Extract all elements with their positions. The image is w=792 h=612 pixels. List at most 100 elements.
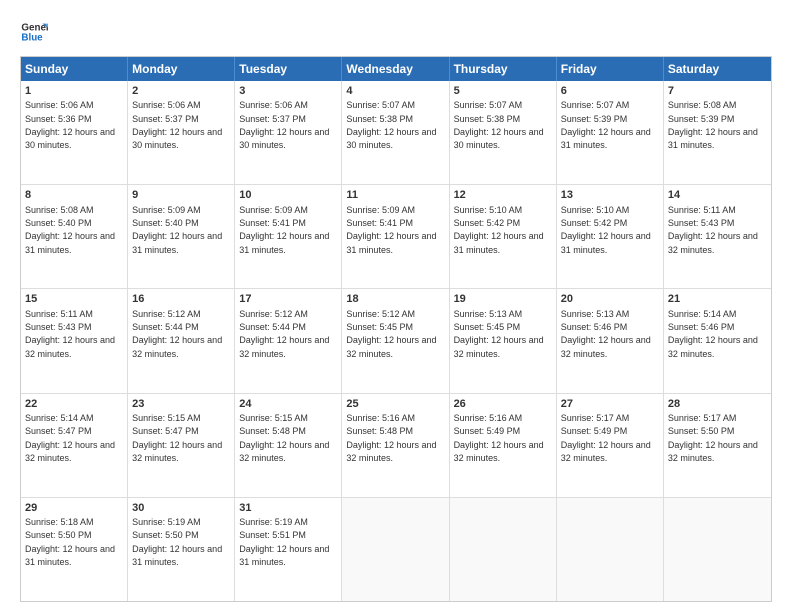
day-number: 17 [239,292,337,306]
calendar-header-saturday: Saturday [664,57,771,81]
day-number: 20 [561,292,659,306]
day-info: Sunrise: 5:16 AMSunset: 5:48 PMDaylight:… [346,413,436,463]
calendar-cell: 25 Sunrise: 5:16 AMSunset: 5:48 PMDaylig… [342,394,449,497]
calendar-cell: 11 Sunrise: 5:09 AMSunset: 5:41 PMDaylig… [342,185,449,288]
calendar-week-1: 1 Sunrise: 5:06 AMSunset: 5:36 PMDayligh… [21,81,771,185]
day-info: Sunrise: 5:09 AMSunset: 5:41 PMDaylight:… [239,205,329,255]
day-number: 12 [454,188,552,202]
day-number: 8 [25,188,123,202]
day-info: Sunrise: 5:11 AMSunset: 5:43 PMDaylight:… [25,309,115,359]
day-info: Sunrise: 5:16 AMSunset: 5:49 PMDaylight:… [454,413,544,463]
calendar-cell [664,498,771,601]
calendar-cell [450,498,557,601]
calendar-header-sunday: Sunday [21,57,128,81]
calendar-cell: 17 Sunrise: 5:12 AMSunset: 5:44 PMDaylig… [235,289,342,392]
day-info: Sunrise: 5:07 AMSunset: 5:38 PMDaylight:… [454,100,544,150]
calendar-cell: 13 Sunrise: 5:10 AMSunset: 5:42 PMDaylig… [557,185,664,288]
day-number: 14 [668,188,767,202]
day-number: 15 [25,292,123,306]
calendar-header-monday: Monday [128,57,235,81]
day-number: 1 [25,84,123,98]
day-number: 21 [668,292,767,306]
day-info: Sunrise: 5:06 AMSunset: 5:37 PMDaylight:… [239,100,329,150]
day-info: Sunrise: 5:09 AMSunset: 5:41 PMDaylight:… [346,205,436,255]
calendar-cell [342,498,449,601]
day-number: 28 [668,397,767,411]
day-info: Sunrise: 5:19 AMSunset: 5:51 PMDaylight:… [239,517,329,567]
calendar-cell: 29 Sunrise: 5:18 AMSunset: 5:50 PMDaylig… [21,498,128,601]
calendar-cell: 5 Sunrise: 5:07 AMSunset: 5:38 PMDayligh… [450,81,557,184]
day-info: Sunrise: 5:11 AMSunset: 5:43 PMDaylight:… [668,205,758,255]
calendar-cell: 21 Sunrise: 5:14 AMSunset: 5:46 PMDaylig… [664,289,771,392]
day-number: 24 [239,397,337,411]
day-info: Sunrise: 5:13 AMSunset: 5:45 PMDaylight:… [454,309,544,359]
day-info: Sunrise: 5:07 AMSunset: 5:38 PMDaylight:… [346,100,436,150]
header: General Blue [20,18,772,46]
day-info: Sunrise: 5:09 AMSunset: 5:40 PMDaylight:… [132,205,222,255]
day-number: 6 [561,84,659,98]
calendar-cell: 10 Sunrise: 5:09 AMSunset: 5:41 PMDaylig… [235,185,342,288]
calendar-cell: 19 Sunrise: 5:13 AMSunset: 5:45 PMDaylig… [450,289,557,392]
day-info: Sunrise: 5:19 AMSunset: 5:50 PMDaylight:… [132,517,222,567]
calendar-cell: 31 Sunrise: 5:19 AMSunset: 5:51 PMDaylig… [235,498,342,601]
calendar-cell: 15 Sunrise: 5:11 AMSunset: 5:43 PMDaylig… [21,289,128,392]
calendar-cell: 22 Sunrise: 5:14 AMSunset: 5:47 PMDaylig… [21,394,128,497]
calendar-cell: 14 Sunrise: 5:11 AMSunset: 5:43 PMDaylig… [664,185,771,288]
day-number: 22 [25,397,123,411]
calendar-cell: 28 Sunrise: 5:17 AMSunset: 5:50 PMDaylig… [664,394,771,497]
calendar-cell: 20 Sunrise: 5:13 AMSunset: 5:46 PMDaylig… [557,289,664,392]
calendar-week-2: 8 Sunrise: 5:08 AMSunset: 5:40 PMDayligh… [21,185,771,289]
day-number: 3 [239,84,337,98]
day-info: Sunrise: 5:06 AMSunset: 5:37 PMDaylight:… [132,100,222,150]
day-number: 16 [132,292,230,306]
calendar-cell: 7 Sunrise: 5:08 AMSunset: 5:39 PMDayligh… [664,81,771,184]
calendar-header-row: SundayMondayTuesdayWednesdayThursdayFrid… [21,57,771,81]
day-number: 29 [25,501,123,515]
day-number: 9 [132,188,230,202]
day-info: Sunrise: 5:14 AMSunset: 5:46 PMDaylight:… [668,309,758,359]
day-number: 31 [239,501,337,515]
calendar-cell: 18 Sunrise: 5:12 AMSunset: 5:45 PMDaylig… [342,289,449,392]
logo: General Blue [20,18,52,46]
day-number: 7 [668,84,767,98]
day-number: 30 [132,501,230,515]
calendar-header-wednesday: Wednesday [342,57,449,81]
day-info: Sunrise: 5:08 AMSunset: 5:39 PMDaylight:… [668,100,758,150]
calendar-cell: 8 Sunrise: 5:08 AMSunset: 5:40 PMDayligh… [21,185,128,288]
day-number: 23 [132,397,230,411]
day-number: 13 [561,188,659,202]
calendar-cell: 16 Sunrise: 5:12 AMSunset: 5:44 PMDaylig… [128,289,235,392]
day-info: Sunrise: 5:18 AMSunset: 5:50 PMDaylight:… [25,517,115,567]
day-number: 11 [346,188,444,202]
day-number: 4 [346,84,444,98]
calendar-cell: 6 Sunrise: 5:07 AMSunset: 5:39 PMDayligh… [557,81,664,184]
calendar-cell: 9 Sunrise: 5:09 AMSunset: 5:40 PMDayligh… [128,185,235,288]
day-number: 19 [454,292,552,306]
calendar-week-3: 15 Sunrise: 5:11 AMSunset: 5:43 PMDaylig… [21,289,771,393]
day-info: Sunrise: 5:07 AMSunset: 5:39 PMDaylight:… [561,100,651,150]
day-info: Sunrise: 5:13 AMSunset: 5:46 PMDaylight:… [561,309,651,359]
calendar-cell [557,498,664,601]
day-number: 2 [132,84,230,98]
day-info: Sunrise: 5:17 AMSunset: 5:50 PMDaylight:… [668,413,758,463]
day-number: 27 [561,397,659,411]
calendar-cell: 26 Sunrise: 5:16 AMSunset: 5:49 PMDaylig… [450,394,557,497]
day-number: 10 [239,188,337,202]
day-number: 26 [454,397,552,411]
calendar-cell: 4 Sunrise: 5:07 AMSunset: 5:38 PMDayligh… [342,81,449,184]
day-info: Sunrise: 5:08 AMSunset: 5:40 PMDaylight:… [25,205,115,255]
day-number: 25 [346,397,444,411]
calendar-cell: 24 Sunrise: 5:15 AMSunset: 5:48 PMDaylig… [235,394,342,497]
calendar-cell: 1 Sunrise: 5:06 AMSunset: 5:36 PMDayligh… [21,81,128,184]
day-info: Sunrise: 5:12 AMSunset: 5:45 PMDaylight:… [346,309,436,359]
calendar-cell: 3 Sunrise: 5:06 AMSunset: 5:37 PMDayligh… [235,81,342,184]
day-number: 5 [454,84,552,98]
calendar-header-friday: Friday [557,57,664,81]
svg-text:Blue: Blue [21,32,43,43]
calendar-cell: 27 Sunrise: 5:17 AMSunset: 5:49 PMDaylig… [557,394,664,497]
day-info: Sunrise: 5:06 AMSunset: 5:36 PMDaylight:… [25,100,115,150]
day-info: Sunrise: 5:10 AMSunset: 5:42 PMDaylight:… [454,205,544,255]
day-info: Sunrise: 5:10 AMSunset: 5:42 PMDaylight:… [561,205,651,255]
page: General Blue SundayMondayTuesdayWednesda… [0,0,792,612]
day-info: Sunrise: 5:14 AMSunset: 5:47 PMDaylight:… [25,413,115,463]
